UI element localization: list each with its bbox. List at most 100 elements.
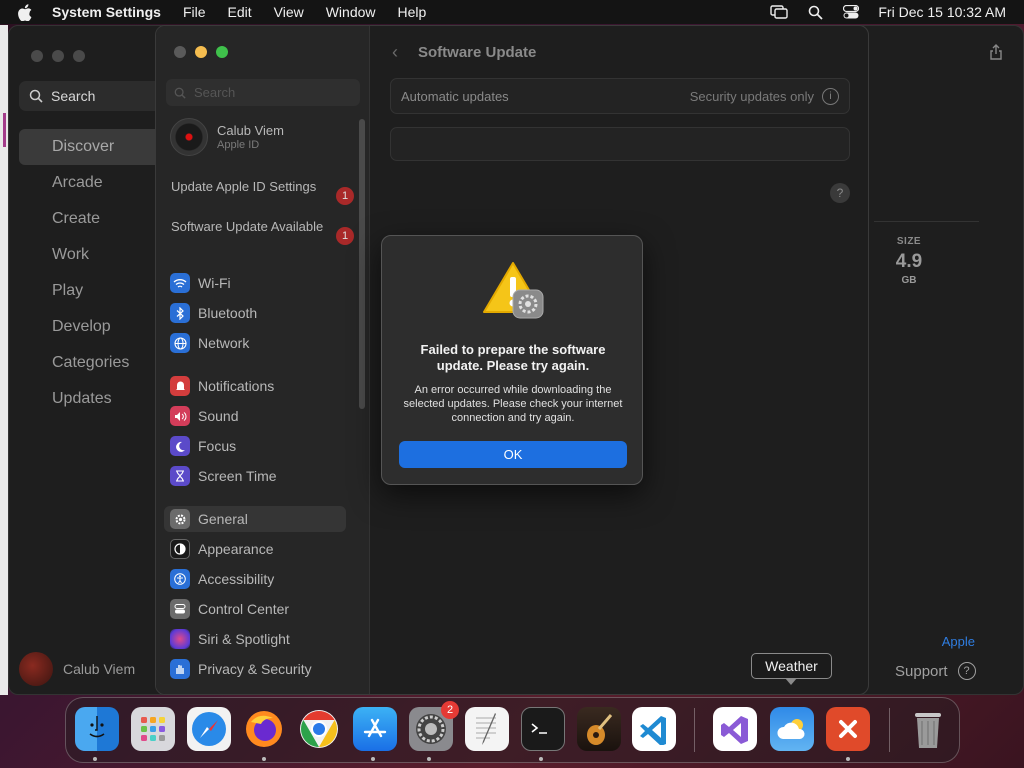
vscode-icon[interactable]: [632, 707, 676, 751]
sidebar-item-label: Screen Time: [198, 468, 277, 484]
globe-icon: [170, 333, 190, 353]
firefox-icon[interactable]: [242, 707, 286, 751]
screen-mirroring-icon[interactable]: [770, 4, 789, 20]
accessibility-icon: [170, 569, 190, 589]
divider: [874, 221, 979, 222]
sidebar-item-notifications[interactable]: Notifications: [170, 373, 346, 399]
terminal-icon[interactable]: [521, 707, 565, 751]
sidebar-scrollbar[interactable]: [359, 119, 365, 409]
sidebar-item-bluetooth[interactable]: Bluetooth: [170, 300, 346, 326]
size-label: SIZE: [896, 236, 922, 247]
content-header: ‹ Software Update: [392, 42, 536, 63]
control-center-icon[interactable]: [842, 4, 860, 20]
sidebar-item-sound[interactable]: Sound: [170, 403, 346, 429]
sidebar-item-develop[interactable]: Develop: [19, 309, 169, 345]
settings-traffic-lights: [174, 46, 228, 58]
update-apple-id-notice[interactable]: Update Apple ID Settings 1: [171, 179, 354, 205]
sidebar-item-privacy-security[interactable]: Privacy & Security: [170, 656, 346, 682]
visual-studio-icon[interactable]: [713, 707, 757, 751]
ok-button[interactable]: OK: [399, 441, 627, 468]
background-window-edge: [0, 25, 8, 695]
menu-clock[interactable]: Fri Dec 15 10:32 AM: [878, 4, 1006, 20]
sidebar-item-focus[interactable]: Focus: [170, 433, 346, 459]
sidebar-item-control-center[interactable]: Control Center: [170, 596, 346, 622]
share-icon[interactable]: [989, 44, 1003, 65]
menu-app-name[interactable]: System Settings: [52, 4, 161, 20]
menu-file[interactable]: File: [183, 4, 206, 20]
sidebar-item-label: Appearance: [198, 541, 274, 557]
chrome-icon[interactable]: [297, 707, 341, 751]
zoom-button[interactable]: [216, 46, 228, 58]
apple-menu-icon[interactable]: [18, 3, 38, 21]
weather-icon[interactable]: [770, 707, 814, 751]
zoom-button[interactable]: [73, 50, 85, 62]
system-settings-icon[interactable]: 2: [409, 701, 459, 751]
finder-icon[interactable]: [75, 707, 119, 751]
sidebar-item-categories[interactable]: Categories: [19, 345, 169, 381]
sidebar-item-arcade[interactable]: Arcade: [19, 165, 169, 201]
help-button[interactable]: ?: [830, 183, 850, 203]
moon-icon: [170, 436, 190, 456]
sidebar-item-label: General: [198, 511, 248, 527]
size-value: 4.9: [895, 251, 923, 272]
safari-icon[interactable]: [187, 707, 231, 751]
sidebar-item-wifi[interactable]: Wi-Fi: [170, 270, 346, 296]
minimize-button[interactable]: [52, 50, 64, 62]
sidebar-item-discover[interactable]: Discover: [19, 129, 169, 165]
avatar: [170, 118, 208, 156]
close-button[interactable]: [31, 50, 43, 62]
support-link[interactable]: Support ?: [895, 662, 976, 680]
sidebar-item-appearance[interactable]: Appearance: [170, 536, 346, 562]
running-indicator: [371, 757, 375, 761]
menu-window[interactable]: Window: [326, 4, 376, 20]
spotlight-search-icon[interactable]: [806, 4, 824, 20]
developer-link[interactable]: Apple: [942, 634, 975, 649]
software-update-notice[interactable]: Software Update Available 1: [171, 219, 354, 245]
menu-bar: System Settings File Edit View Window He…: [0, 0, 1024, 24]
settings-search-input[interactable]: Search: [166, 79, 360, 106]
sidebar-item-label: Accessibility: [198, 571, 275, 587]
app-store-sidebar: Discover Arcade Create Work Play Develop…: [19, 129, 169, 417]
update-status-row: [390, 127, 850, 161]
menu-help[interactable]: Help: [398, 4, 427, 20]
notice-badge: 1: [336, 227, 354, 245]
menu-view[interactable]: View: [274, 4, 304, 20]
account-subtitle: Apple ID: [217, 139, 260, 151]
app-store-search-field[interactable]: Search: [19, 81, 169, 111]
remote-desktop-icon[interactable]: [826, 707, 870, 751]
launchpad-icon[interactable]: [131, 707, 175, 751]
avatar: [19, 652, 53, 686]
sidebar-item-create[interactable]: Create: [19, 201, 169, 237]
dialog-message: An error occurred while downloading the …: [403, 384, 623, 424]
hand-icon: [170, 659, 190, 679]
textedit-icon[interactable]: [465, 707, 509, 751]
back-chevron-icon[interactable]: ‹: [392, 42, 398, 63]
dock: 2: [65, 697, 960, 763]
sidebar-item-network[interactable]: Network: [170, 330, 346, 356]
close-button[interactable]: [174, 46, 186, 58]
sidebar-item-accessibility[interactable]: Accessibility: [170, 566, 346, 592]
search-placeholder: Search: [194, 85, 236, 100]
sidebar-item-siri-spotlight[interactable]: Siri & Spotlight: [170, 626, 346, 652]
sidebar-item-general[interactable]: General: [164, 506, 346, 532]
sidebar-item-updates[interactable]: Updates: [19, 381, 169, 417]
sidebar-item-work[interactable]: Work: [19, 237, 169, 273]
garageband-icon[interactable]: [577, 707, 621, 751]
warning-icon: [481, 260, 545, 320]
minimize-button[interactable]: [195, 46, 207, 58]
error-dialog: Failed to prepare the software update. P…: [381, 235, 643, 485]
app-store-icon[interactable]: [353, 707, 397, 751]
hourglass-icon: [170, 466, 190, 486]
apple-id-account[interactable]: Calub Viem Apple ID: [170, 118, 284, 156]
siri-icon: [170, 629, 190, 649]
info-icon[interactable]: i: [822, 87, 839, 105]
app-store-account[interactable]: Calub Viem: [19, 652, 135, 686]
search-label: Search: [51, 88, 96, 104]
sidebar-item-label: Privacy & Security: [198, 661, 312, 677]
sidebar-item-screen-time[interactable]: Screen Time: [170, 463, 346, 489]
sidebar-item-play[interactable]: Play: [19, 273, 169, 309]
menu-edit[interactable]: Edit: [228, 4, 252, 20]
trash-icon[interactable]: [906, 707, 950, 751]
automatic-updates-value: Security updates only: [689, 88, 814, 104]
bluetooth-icon: [170, 303, 190, 323]
